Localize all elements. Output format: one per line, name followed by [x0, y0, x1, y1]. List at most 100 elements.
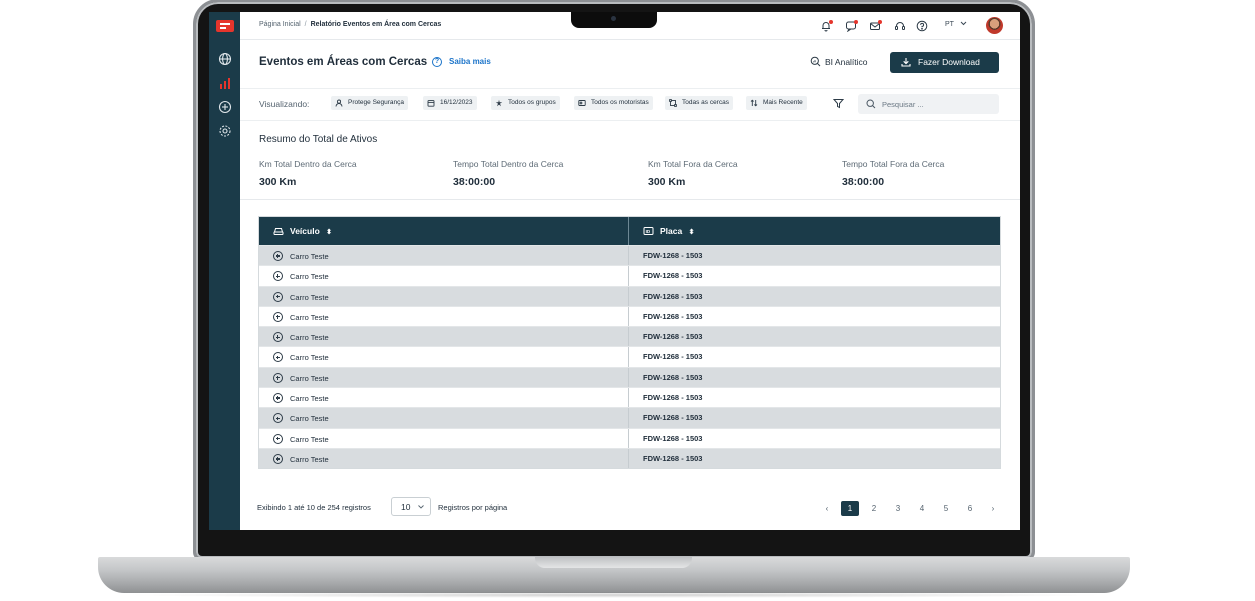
column-plate[interactable]: ID Placa ⬍	[643, 217, 694, 245]
table-row[interactable]: Carro Teste FDW-1268 - 1503	[259, 326, 1000, 347]
laptop-base	[98, 557, 1130, 593]
page-button-6[interactable]: 6	[961, 501, 979, 516]
vehicle-cell: Carro Teste	[290, 414, 329, 424]
expand-row-icon[interactable]	[273, 251, 283, 261]
table-row[interactable]: Carro Teste FDW-1268 - 1503	[259, 245, 1000, 266]
expand-row-icon[interactable]	[273, 453, 283, 464]
expand-row-icon[interactable]	[273, 271, 283, 282]
id-badge-icon: ID	[643, 227, 654, 235]
breadcrumb: Página Inicial / Relatório Eventos em Área…	[259, 21, 441, 28]
table-row[interactable]: Carro Teste FDW-1268 - 1503	[259, 265, 1000, 286]
vehicle-cell: Carro Teste	[290, 252, 329, 261]
column-vehicle-label: Veículo	[290, 226, 320, 236]
expand-row-icon[interactable]	[273, 311, 283, 322]
breadcrumb-current: Relatório Eventos em Área com Cercas	[310, 21, 442, 28]
page-title: Eventos em Áreas com Cercas	[259, 56, 428, 68]
calendar-icon	[427, 100, 435, 107]
groups-filter-chip[interactable]: Todos os grupos	[491, 96, 560, 110]
main-content: Página Inicial / Relatório Eventos em Área…	[240, 12, 1020, 530]
page-button-3[interactable]: 3	[889, 501, 907, 516]
sort-arrows-icon: ⬍	[688, 229, 695, 236]
column-divider	[628, 286, 629, 306]
next-page-button[interactable]: ›	[984, 501, 1002, 516]
stat-km-inside-value: 300 Km	[259, 176, 297, 188]
expand-row-icon[interactable]	[273, 393, 283, 404]
globe-icon[interactable]	[218, 52, 232, 66]
plate-cell: FDW-1268 - 1503	[643, 453, 703, 463]
vehicle-cell: Carro Teste	[290, 333, 329, 343]
vehicle-cell: Carro Teste	[290, 394, 329, 404]
expand-row-icon[interactable]	[273, 413, 283, 424]
language-selector[interactable]: PT	[945, 21, 967, 28]
bar-chart-icon[interactable]	[218, 76, 232, 90]
sort-arrows-icon: ⬍	[326, 229, 333, 236]
gear-icon[interactable]	[218, 124, 232, 138]
column-divider	[628, 306, 629, 327]
table-row[interactable]: Carro Teste FDW-1268 - 1503	[259, 387, 1000, 408]
expand-row-icon[interactable]	[273, 372, 283, 383]
svg-text:ID: ID	[646, 229, 651, 234]
mail-dot	[878, 20, 882, 24]
vehicle-cell: Carro Teste	[290, 373, 329, 383]
search-input[interactable]: Pesquisar ...	[882, 100, 924, 109]
user-filter-chip[interactable]: Protege Segurança	[331, 96, 409, 110]
learn-more-link[interactable]: Saiba mais	[449, 57, 491, 66]
table-row[interactable]: Carro Teste FDW-1268 - 1503	[259, 305, 1000, 327]
per-page-value: 10	[401, 502, 411, 512]
table-row[interactable]: Carro Teste FDW-1268 - 1503	[259, 366, 1000, 388]
vehicle-cell: Carro Teste	[290, 312, 329, 322]
sort-filter-chip[interactable]: Mais Recente	[746, 96, 807, 110]
table-row[interactable]: Carro Teste FDW-1268 - 1503	[259, 427, 1000, 448]
headset-icon[interactable]	[894, 20, 906, 32]
plate-cell: FDW-1268 - 1503	[643, 393, 703, 403]
add-circle-icon[interactable]	[218, 100, 232, 114]
column-vehicle[interactable]: Veículo ⬍	[273, 217, 332, 245]
sidebar	[209, 12, 240, 530]
plate-cell: FDW-1268 - 1503	[643, 413, 703, 423]
user-filter-label: Protege Segurança	[348, 99, 405, 106]
table-row[interactable]: Carro Teste FDW-1268 - 1503	[259, 285, 1000, 306]
vehicle-cell: Carro Teste	[290, 454, 329, 464]
page-button-2[interactable]: 2	[865, 501, 883, 516]
avatar[interactable]	[986, 17, 1003, 34]
expand-row-icon[interactable]	[273, 352, 283, 363]
search-box[interactable]: Pesquisar ...	[858, 94, 999, 114]
table-row[interactable]: Carro Teste FDW-1268 - 1503	[259, 407, 1000, 428]
expand-row-icon[interactable]	[273, 433, 283, 444]
download-button[interactable]: Fazer Download	[890, 52, 999, 73]
camera-notch	[571, 12, 657, 28]
vehicle-cell: Carro Teste	[290, 353, 329, 363]
plate-cell: FDW-1268 - 1503	[643, 352, 703, 362]
breadcrumb-home[interactable]: Página Inicial	[259, 21, 301, 28]
bi-analytics-button[interactable]: BI Analítico	[810, 56, 868, 67]
table-row[interactable]: Carro Teste FDW-1268 - 1503	[259, 447, 1000, 469]
search-icon	[866, 99, 876, 109]
column-divider	[628, 388, 629, 408]
stat-km-inside-label: Km Total Dentro da Cerca	[259, 159, 357, 169]
plate-cell: FDW-1268 - 1503	[643, 332, 703, 342]
help-icon[interactable]	[916, 20, 928, 32]
table-body: Carro Teste FDW-1268 - 1503 Carro Teste FDW…	[259, 245, 1000, 469]
groups-filter-label: Todos os grupos	[508, 99, 556, 106]
page-button-1[interactable]: 1	[841, 501, 859, 516]
prev-page-button[interactable]: ‹	[818, 501, 836, 516]
filter-funnel-icon[interactable]	[833, 98, 844, 109]
vehicle-cell: Carro Teste	[290, 292, 329, 302]
viewing-label: Visualizando:	[259, 99, 310, 109]
expand-row-icon[interactable]	[273, 332, 283, 343]
asterisk-icon	[495, 99, 503, 107]
page-button-5[interactable]: 5	[937, 501, 955, 516]
stat-time-outside-label: Tempo Total Fora da Cerca	[842, 159, 945, 169]
fences-filter-chip[interactable]: Todas as cercas	[665, 96, 733, 110]
column-divider	[628, 408, 629, 428]
per-page-select[interactable]: 10	[391, 497, 431, 516]
column-divider	[628, 428, 629, 448]
stat-time-outside-value: 38:00:00	[842, 176, 885, 188]
date-filter-chip[interactable]: 16/12/2023	[423, 96, 477, 110]
date-filter-label: 16/12/2023	[440, 99, 473, 106]
app-logo[interactable]	[216, 20, 234, 32]
drivers-filter-chip[interactable]: Todos os motoristas	[574, 96, 653, 110]
expand-row-icon[interactable]	[273, 291, 283, 302]
table-row[interactable]: Carro Teste FDW-1268 - 1503	[259, 346, 1000, 367]
page-button-4[interactable]: 4	[913, 501, 931, 516]
